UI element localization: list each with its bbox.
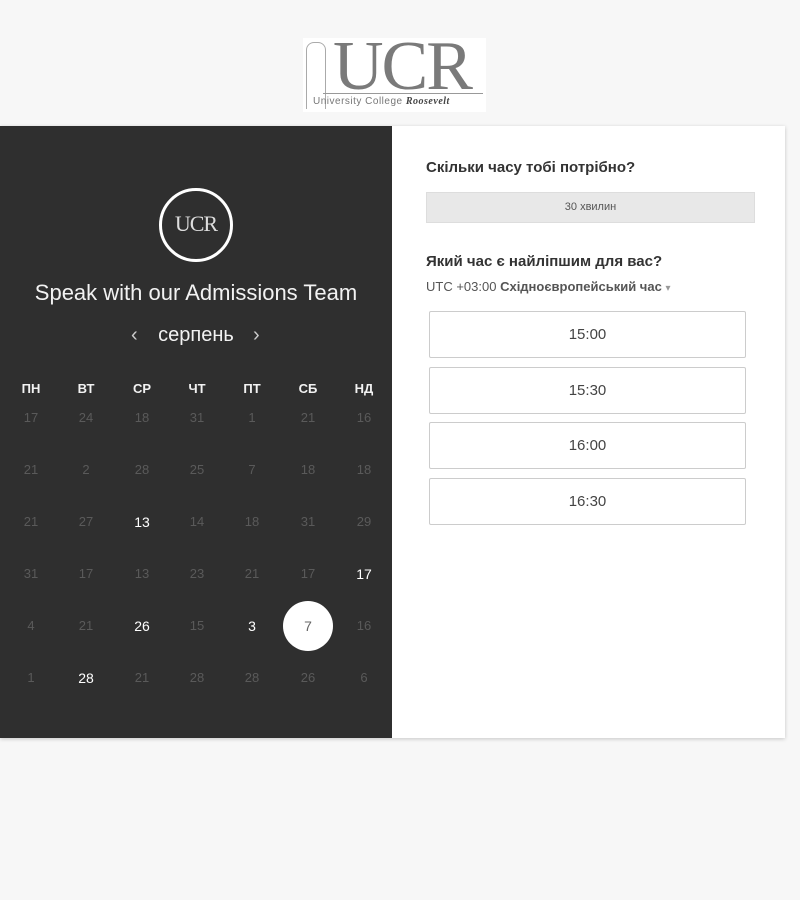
calendar-day: 21 [244,566,260,581]
calendar-day: 14 [189,514,205,529]
calendar-day[interactable]: 26 [117,601,167,651]
calendar-day: 18 [134,410,150,425]
calendar-day: 21 [78,618,94,633]
calendar-day: 4 [27,618,35,633]
calendar-day: 1 [27,670,35,685]
calendar-day: 2 [82,462,90,477]
calendar-day[interactable]: 3 [227,601,277,651]
calendar-day: 29 [356,514,372,529]
next-month-button[interactable]: › [253,324,260,347]
calendar-day: 17 [78,566,94,581]
calendar-day: 31 [23,566,39,581]
duration-select[interactable]: 30 хвилин [426,192,755,223]
timezone-name: Східноєвропейський час [500,279,662,294]
scheduler-card: UCR Speak with our Admissions Team ‹ сер… [0,126,785,738]
time-slot-button[interactable]: 16:00 [429,422,746,469]
time-panel: Скільки часу тобі потрібно? 30 хвилин Як… [392,126,785,738]
calendar-day: 21 [134,670,150,685]
calendar-day: 31 [189,410,205,425]
calendar-day: 15 [189,618,205,633]
calendar-day: 18 [300,462,316,477]
calendar-day[interactable]: 17 [339,549,389,599]
logo-text: UCR [333,28,473,105]
calendar-day: 21 [23,514,39,529]
calendar-panel: UCR Speak with our Admissions Team ‹ сер… [0,126,392,738]
calendar-day: 18 [244,514,260,529]
calendar-day: 26 [300,670,316,685]
calendar-day: 27 [78,514,94,529]
calendar-day: 6 [360,670,368,685]
caret-down-icon: ▾ [665,283,671,294]
calendar-day: 13 [134,566,150,581]
calendar-day: 28 [244,670,260,685]
time-slot-button[interactable]: 15:00 [429,311,746,358]
time-slot-button[interactable]: 15:30 [429,366,746,414]
month-label: серпень [158,324,234,346]
ucr-badge: UCR [159,188,233,262]
calendar-day[interactable]: 13 [117,497,167,547]
calendar-day: 1 [248,410,256,425]
duration-question: Скільки часу тобі потрібно? [426,159,636,176]
logo-subtitle: University College Roosevelt [313,96,450,107]
calendar-day: 21 [300,410,316,425]
calendar-day: 16 [356,410,372,425]
time-question: Який час є найліпшим для вас? [426,253,663,270]
calendar-day: 31 [300,514,316,529]
calendar-day: 28 [189,670,205,685]
timezone-offset: UTC +03:00 [426,279,497,294]
calendar-day: 16 [356,618,372,633]
calendar-day: 21 [23,462,39,477]
calendar-day: 23 [189,566,205,581]
ucr-logo: UCR University College Roosevelt [303,32,486,112]
time-slot-button[interactable]: 16:30 [429,477,746,525]
calendar-day: 18 [356,462,372,477]
calendar-day: 24 [78,410,94,425]
calendar-day: 7 [248,462,256,477]
calendar-day: 28 [134,462,150,477]
calendar-day: 17 [300,566,316,581]
logo-rule [323,93,483,94]
selected-day[interactable]: 7 [283,601,333,651]
calendar-day: 25 [189,462,205,477]
headline: Speak with our Admissions Team [34,280,358,305]
calendar-day[interactable]: 28 [61,653,111,703]
timezone-select[interactable]: UTC +03:00 Східноєвропейський час ▾ [426,279,670,294]
calendar-day: 17 [23,410,39,425]
